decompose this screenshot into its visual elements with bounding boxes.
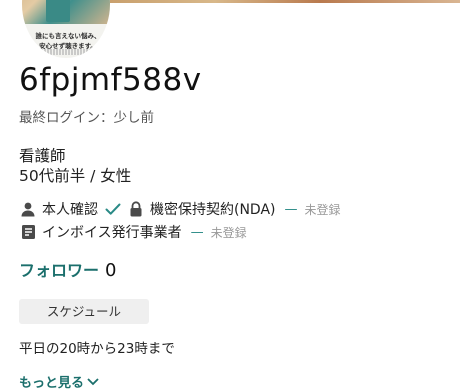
check-icon bbox=[105, 202, 121, 216]
verification-row: 本人確認 機密保持契約(NDA) — 未登録 bbox=[19, 199, 341, 219]
invoice-row: インボイス発行事業者 — 未登録 bbox=[19, 222, 247, 242]
last-login: 最終ログイン：少し前 bbox=[19, 110, 154, 126]
nda-status: 未登録 bbox=[304, 202, 341, 217]
avatar[interactable]: 誰にも言えない悩み、 安心せず聴きます。 bbox=[22, 0, 110, 58]
schedule-text: 平日の20時から23時まで bbox=[19, 341, 175, 357]
occupation: 看護師 bbox=[19, 147, 66, 165]
invoice-dash: — bbox=[190, 224, 204, 240]
followers-label[interactable]: フォロワー bbox=[19, 257, 99, 281]
avatar-caption-line1: 誰にも言えない悩み、 bbox=[35, 32, 101, 40]
document-icon bbox=[19, 223, 37, 241]
followers-count: 0 bbox=[105, 260, 117, 281]
show-more-label: もっと見る bbox=[19, 376, 85, 391]
person-icon bbox=[19, 200, 37, 218]
nda-label: 機密保持契約(NDA) bbox=[150, 202, 276, 218]
lock-icon bbox=[127, 200, 145, 218]
cover-image bbox=[110, 0, 460, 3]
username: 6fpjmf588v bbox=[19, 62, 202, 98]
avatar-person-figure bbox=[46, 0, 70, 22]
invoice-status: 未登録 bbox=[210, 225, 247, 240]
chevron-down-icon bbox=[87, 377, 99, 386]
schedule-tab[interactable]: スケジュール bbox=[19, 299, 149, 324]
show-more-button[interactable]: もっと見る bbox=[19, 372, 99, 391]
avatar-fine-print bbox=[32, 49, 104, 55]
demographics: 50代前半 / 女性 bbox=[19, 167, 132, 185]
identity-verification-label: 本人確認 bbox=[42, 202, 98, 218]
followers[interactable]: フォロワー 0 bbox=[19, 257, 116, 281]
invoice-label: インボイス発行事業者 bbox=[42, 225, 182, 241]
nda-dash: — bbox=[284, 201, 298, 217]
